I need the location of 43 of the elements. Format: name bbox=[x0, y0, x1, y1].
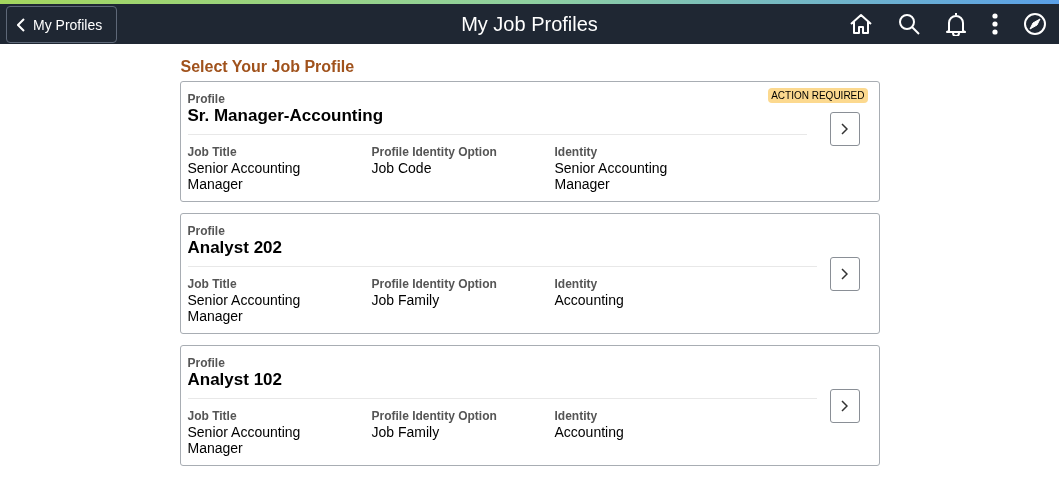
field-label: Identity bbox=[554, 277, 598, 291]
more-menu-icon[interactable] bbox=[991, 13, 999, 35]
field-value: Accounting bbox=[554, 292, 625, 308]
field-value: Job Family bbox=[371, 292, 441, 308]
field-label: Identity bbox=[554, 145, 598, 159]
profile-card[interactable]: Profile Analyst 102 Job Title Senior Accounting Manager Profile Identity Option Job Family Identity Accounting bbox=[179, 345, 880, 466]
field-label: Profile Identity Option bbox=[371, 277, 497, 291]
page-title: My Job Profiles bbox=[461, 12, 598, 35]
open-profile-button[interactable] bbox=[829, 389, 860, 423]
status-badge: ACTION REQUIRED bbox=[768, 88, 868, 103]
chevron-right-icon bbox=[841, 123, 848, 135]
profile-card[interactable]: Profile Analyst 202 Job Title Senior Accounting Manager Profile Identity Option Job Family Identity Accounting bbox=[179, 213, 880, 334]
field-value: Senior Accounting Manager bbox=[187, 292, 302, 324]
field-label: Profile bbox=[187, 224, 225, 238]
field-value: Job Family bbox=[371, 424, 441, 440]
field-label: Profile bbox=[187, 356, 225, 370]
chevron-right-icon bbox=[841, 268, 848, 280]
search-icon[interactable] bbox=[897, 12, 921, 36]
field-value: Job Code bbox=[371, 160, 433, 176]
field-value: Senior Accounting Manager bbox=[554, 160, 669, 192]
profile-name: Sr. Manager-Accounting bbox=[187, 106, 384, 126]
compass-icon[interactable] bbox=[1023, 12, 1047, 36]
profile-card[interactable]: Profile Sr. Manager-Accounting Job Title Senior Accounting Manager Profile Identity Option Job Code Identity Senior Accounting Manager ACTION REQUIRED bbox=[179, 81, 880, 202]
home-icon[interactable] bbox=[849, 12, 873, 36]
field-label: Job Title bbox=[187, 145, 237, 159]
field-value: Senior Accounting Manager bbox=[187, 160, 302, 192]
open-profile-button[interactable] bbox=[829, 112, 860, 146]
field-label: Profile Identity Option bbox=[371, 409, 497, 423]
field-label: Identity bbox=[554, 409, 598, 423]
field-value: Accounting bbox=[554, 424, 625, 440]
field-value: Senior Accounting Manager bbox=[187, 424, 302, 456]
section-title: Select Your Job Profile bbox=[180, 58, 356, 76]
chevron-right-icon bbox=[841, 400, 848, 412]
open-profile-button[interactable] bbox=[829, 257, 860, 291]
field-label: Job Title bbox=[187, 409, 237, 423]
field-label: Job Title bbox=[187, 277, 237, 291]
back-button[interactable]: My Profiles bbox=[6, 6, 118, 43]
notification-bell-icon[interactable] bbox=[945, 12, 967, 36]
chevron-left-icon bbox=[17, 17, 25, 32]
field-label: Profile bbox=[187, 92, 225, 106]
profile-name: Analyst 202 bbox=[187, 238, 282, 258]
field-label: Profile Identity Option bbox=[371, 145, 497, 159]
profile-name: Analyst 102 bbox=[187, 370, 282, 390]
